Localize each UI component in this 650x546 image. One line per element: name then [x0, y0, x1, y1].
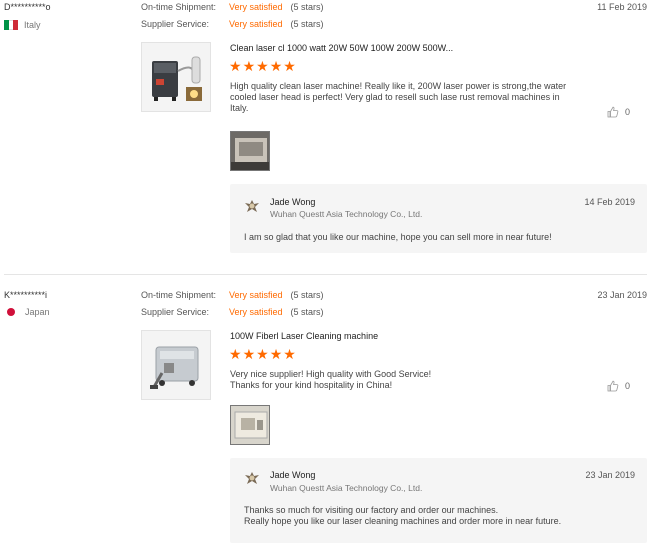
seller-reply: Jade Wong Wuhan Questt Asia Technology C… [230, 458, 647, 543]
reply-text: Thanks so much for visiting our factory … [244, 505, 634, 527]
country-name: Japan [25, 307, 50, 317]
reply-text: I am so glad that you like our machine, … [244, 232, 552, 242]
product-rating-stars: ★ ★ ★ ★ ★ [229, 347, 296, 361]
company-logo-icon [245, 472, 259, 484]
service-label: Supplier Service: [141, 19, 210, 29]
shipment-stars: (5 stars) [290, 2, 324, 12]
star-icon: ★ [242, 346, 256, 362]
review-comment-line: Thanks for your kind hospitality in Chin… [230, 380, 393, 390]
product-title[interactable]: Clean laser cl 1000 watt 20W 50W 100W 20… [230, 43, 453, 53]
product-thumbnail[interactable] [141, 42, 211, 112]
company-logo-icon [245, 200, 259, 212]
shipment-value: Very satisfied [229, 290, 283, 300]
star-icon: ★ [256, 346, 269, 362]
country-name: Italy [24, 20, 41, 30]
buyer-name: D**********o [4, 2, 51, 12]
shipment-rating: On-time Shipment: Very satisfied (5 star… [141, 290, 324, 300]
laser-machine-image [142, 43, 210, 111]
service-rating: Supplier Service: Very satisfied (5 star… [141, 19, 324, 29]
like-button[interactable]: 0 [607, 380, 630, 392]
buyer-country: Japan [4, 307, 50, 317]
star-icon: ★ [269, 346, 283, 362]
product-rating-stars: ★ ★ ★ ★ ★ [229, 59, 296, 73]
italy-flag-icon [4, 20, 19, 30]
review-date: 11 Feb 2019 [597, 2, 647, 12]
star-icon: ★ [229, 58, 242, 74]
like-count: 0 [624, 381, 630, 391]
review-item: K**********i Japan On-time Shipment: Ver… [0, 284, 650, 546]
shipment-rating: On-time Shipment: Very satisfied (5 star… [141, 2, 324, 12]
reply-company: Wuhan Questt Asia Technology Co., Ltd. [270, 483, 423, 493]
like-button[interactable]: 0 [607, 106, 630, 118]
star-icon: ★ [283, 346, 296, 362]
japan-flag-icon [7, 308, 15, 316]
reply-date: 14 Feb 2019 [584, 197, 635, 207]
review-item: D**********o Italy On-time Shipment: Ver… [0, 0, 650, 272]
review-divider [4, 274, 647, 275]
laser-cleaner-image [142, 331, 210, 399]
review-photo[interactable] [230, 131, 270, 171]
machine-photo-image [231, 406, 269, 444]
shipment-stars: (5 stars) [290, 290, 324, 300]
star-icon: ★ [283, 58, 296, 74]
product-thumbnail[interactable] [141, 330, 211, 400]
shipment-label: On-time Shipment: [141, 290, 217, 300]
shipment-label: On-time Shipment: [141, 2, 217, 12]
machine-photo-image [231, 132, 269, 170]
review-date: 23 Jan 2019 [597, 290, 647, 300]
service-rating: Supplier Service: Very satisfied (5 star… [141, 307, 324, 317]
seller-reply: Jade Wong Wuhan Questt Asia Technology C… [230, 184, 647, 253]
thumbs-up-icon [607, 380, 619, 392]
reply-author: Jade Wong [270, 470, 316, 480]
product-title[interactable]: 100W Fiberl Laser Cleaning machine [230, 331, 378, 341]
service-stars: (5 stars) [290, 19, 324, 29]
buyer-name: K**********i [4, 290, 48, 300]
reply-author: Jade Wong [270, 197, 316, 207]
reply-date: 23 Jan 2019 [585, 470, 635, 480]
shipment-value: Very satisfied [229, 2, 283, 12]
review-comment-line: Very nice supplier! High quality with Go… [230, 369, 432, 379]
service-value: Very satisfied [229, 19, 283, 29]
reply-company: Wuhan Questt Asia Technology Co., Ltd. [270, 209, 423, 219]
star-icon: ★ [269, 58, 283, 74]
review-comment: High quality clean laser machine! Really… [230, 81, 567, 113]
service-value: Very satisfied [229, 307, 283, 317]
buyer-country: Italy [4, 20, 41, 30]
review-comment: Very nice supplier! High quality with Go… [230, 369, 580, 391]
reply-text-line: Thanks so much for visiting our factory … [244, 505, 499, 515]
star-icon: ★ [229, 346, 242, 362]
review-photo[interactable] [230, 405, 270, 445]
thumbs-up-icon [607, 106, 619, 118]
service-label: Supplier Service: [141, 307, 210, 317]
star-icon: ★ [242, 58, 256, 74]
like-count: 0 [624, 107, 630, 117]
service-stars: (5 stars) [290, 307, 324, 317]
reply-text-line: Really hope you like our laser cleaning … [244, 516, 562, 526]
star-icon: ★ [256, 58, 269, 74]
